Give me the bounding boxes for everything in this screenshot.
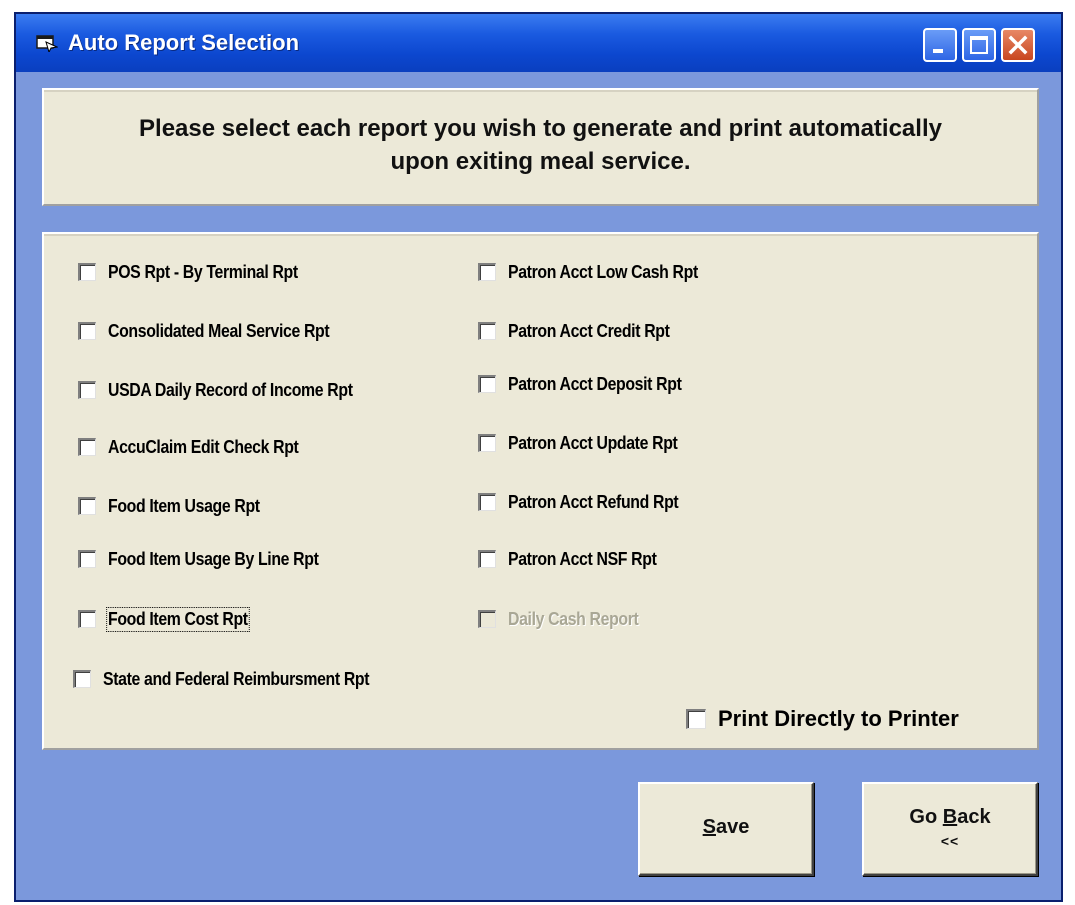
report-checkbox-patron-refund[interactable]: Patron Acct Refund Rpt xyxy=(478,489,702,515)
app-icon xyxy=(36,34,59,54)
report-checkbox-patron-low-cash[interactable]: Patron Acct Low Cash Rpt xyxy=(478,259,724,285)
save-button[interactable]: Save xyxy=(638,782,814,876)
checkbox-box[interactable] xyxy=(73,670,91,688)
report-checkbox-food-item-usage[interactable]: Food Item Usage Rpt xyxy=(78,493,280,519)
minimize-button[interactable] xyxy=(923,28,957,62)
checkbox-label: Patron Acct Update Rpt xyxy=(508,432,678,453)
go-back-button-label: Go Back xyxy=(909,806,991,828)
checkbox-box[interactable] xyxy=(78,322,96,340)
report-checkbox-consolidated-meal-service[interactable]: Consolidated Meal Service Rpt xyxy=(78,318,359,344)
report-checkbox-patron-deposit[interactable]: Patron Acct Deposit Rpt xyxy=(478,371,705,397)
checkbox-box[interactable] xyxy=(478,263,496,281)
save-label-rest: ave xyxy=(715,816,750,838)
checkbox-label: Patron Acct Deposit Rpt xyxy=(508,373,682,394)
checkbox-label: Patron Acct Refund Rpt xyxy=(508,491,679,512)
checkbox-label: USDA Daily Record of Income Rpt xyxy=(108,379,353,400)
maximize-icon xyxy=(970,36,988,54)
checkbox-label: Consolidated Meal Service Rpt xyxy=(108,320,330,341)
checkbox-box xyxy=(478,610,496,628)
checkbox-label: Daily Cash Report xyxy=(508,608,639,629)
report-checkbox-pos-by-terminal[interactable]: POS Rpt - By Terminal Rpt xyxy=(78,259,324,285)
instruction-line-2: upon exiting meal service. xyxy=(390,148,691,175)
save-mnemonic: S xyxy=(702,816,716,838)
checkbox-box[interactable] xyxy=(478,550,496,568)
checkbox-label: Print Directly to Printer xyxy=(718,706,959,731)
checkbox-label: Food Item Usage Rpt xyxy=(108,495,260,516)
report-checkbox-usda-daily-record[interactable]: USDA Daily Record of Income Rpt xyxy=(78,377,386,403)
report-checkbox-food-item-usage-by-line[interactable]: Food Item Usage By Line Rpt xyxy=(78,546,347,572)
report-checkbox-food-item-cost[interactable]: Food Item Cost Rpt xyxy=(78,606,267,632)
checkbox-label: Food Item Cost Rpt xyxy=(106,606,250,632)
report-checkbox-patron-nsf[interactable]: Patron Acct NSF Rpt xyxy=(478,546,677,572)
title-bar[interactable]: Auto Report Selection xyxy=(16,14,1061,72)
print-directly-checkbox[interactable]: Print Directly to Printer xyxy=(686,706,959,732)
save-button-label: Save xyxy=(640,816,812,839)
checkbox-box[interactable] xyxy=(78,497,96,515)
checkbox-label: Patron Acct NSF Rpt xyxy=(508,548,657,569)
maximize-button[interactable] xyxy=(962,28,996,62)
instruction-panel: Please select each report you wish to ge… xyxy=(42,88,1039,206)
checkbox-box[interactable] xyxy=(78,438,96,456)
checkbox-box[interactable] xyxy=(78,381,96,399)
auto-report-window: Auto Report Selection Please select each… xyxy=(14,12,1063,902)
go-back-mnemonic: B xyxy=(942,806,958,828)
checkbox-label: State and Federal Reimbursment Rpt xyxy=(103,668,370,689)
checkbox-box[interactable] xyxy=(478,493,496,511)
checkbox-label: POS Rpt - By Terminal Rpt xyxy=(108,261,298,282)
window-title: Auto Report Selection xyxy=(68,30,300,55)
go-back-arrows: << xyxy=(940,833,960,849)
report-checkbox-accuclaim-edit-check[interactable]: AccuClaim Edit Check Rpt xyxy=(78,434,324,460)
checkbox-box[interactable] xyxy=(478,375,496,393)
report-checkbox-state-federal-reimbursment[interactable]: State and Federal Reimbursment Rpt xyxy=(73,666,405,692)
instruction-text: Please select each report you wish to ge… xyxy=(44,112,1037,178)
report-checkbox-patron-credit[interactable]: Patron Acct Credit Rpt xyxy=(478,318,692,344)
checkbox-box[interactable] xyxy=(478,322,496,340)
minimize-icon xyxy=(933,49,943,53)
checkbox-box[interactable] xyxy=(78,610,96,628)
close-button[interactable] xyxy=(1001,28,1035,62)
close-icon xyxy=(1008,35,1028,55)
instruction-line-1: Please select each report you wish to ge… xyxy=(139,115,942,142)
go-back-button[interactable]: Go Back << xyxy=(862,782,1038,876)
checkbox-box[interactable] xyxy=(78,263,96,281)
checkbox-label: Patron Acct Low Cash Rpt xyxy=(508,261,698,282)
checkbox-label: Food Item Usage By Line Rpt xyxy=(108,548,319,569)
checkbox-box[interactable] xyxy=(478,434,496,452)
checkbox-box[interactable] xyxy=(686,709,706,729)
checkbox-label: Patron Acct Credit Rpt xyxy=(508,320,670,341)
report-checkbox-patron-update[interactable]: Patron Acct Update Rpt xyxy=(478,430,701,456)
report-selection-panel: POS Rpt - By Terminal Rpt Consolidated M… xyxy=(42,232,1039,750)
checkbox-label: AccuClaim Edit Check Rpt xyxy=(108,436,299,457)
checkbox-box[interactable] xyxy=(78,550,96,568)
report-checkbox-daily-cash: Daily Cash Report xyxy=(478,606,656,632)
